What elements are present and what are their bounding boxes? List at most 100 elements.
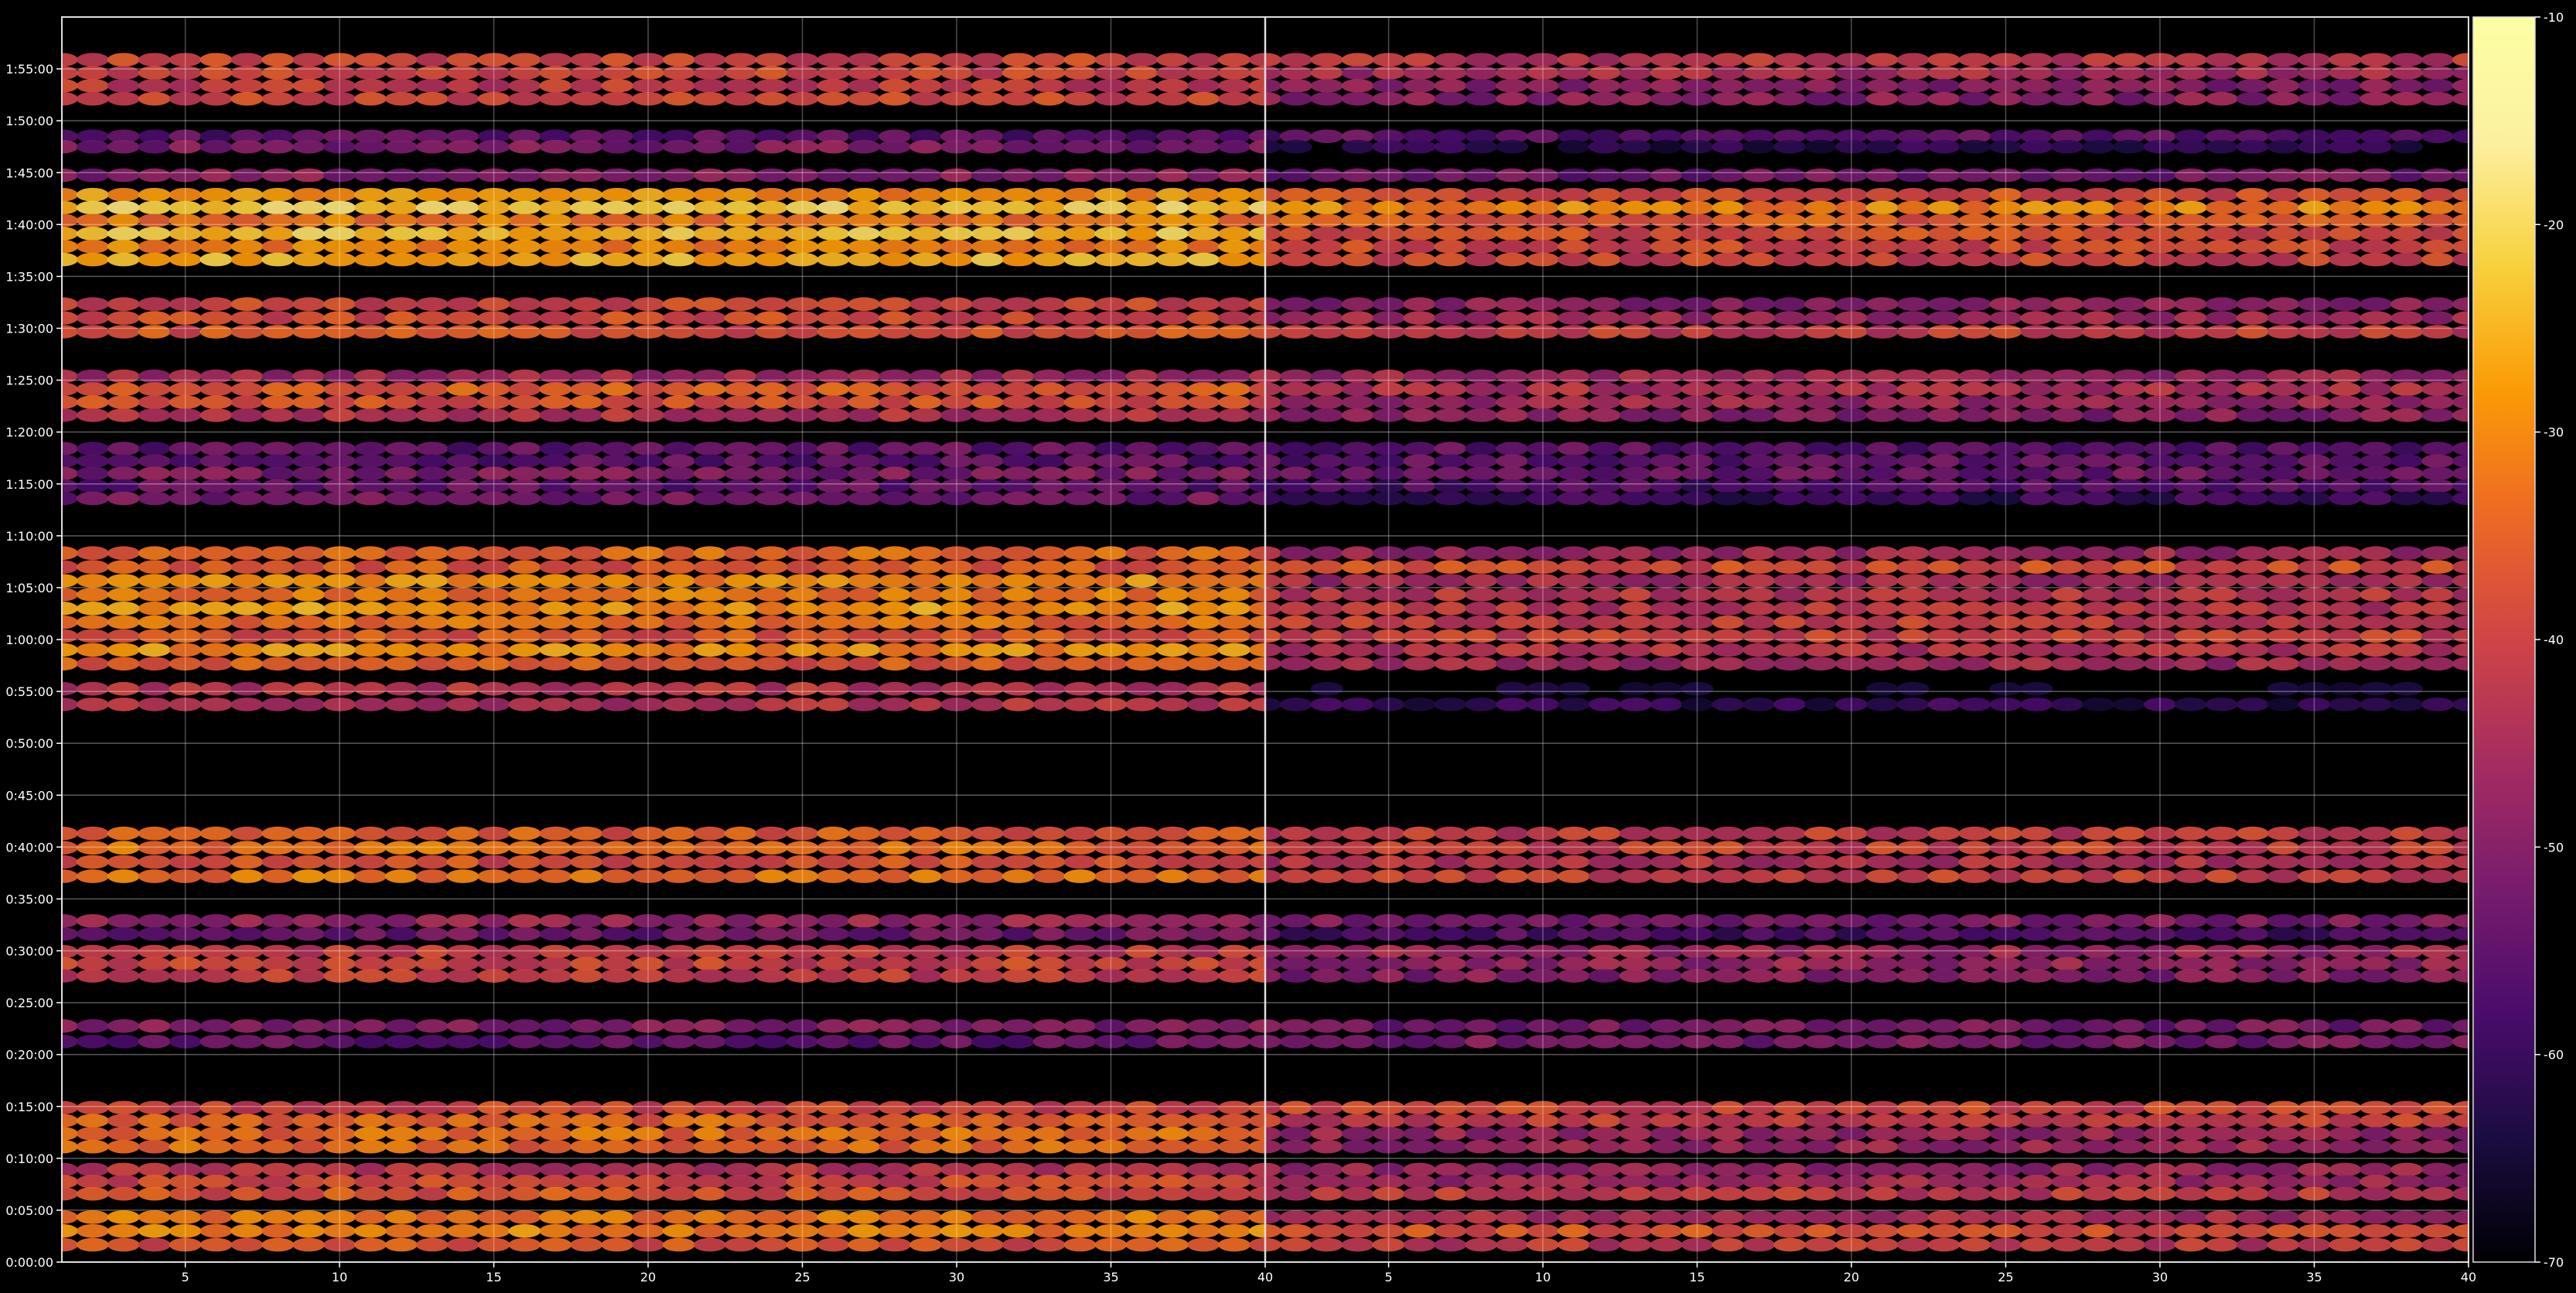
heat-cell (1773, 1224, 1807, 1238)
heat-cell (1341, 325, 1374, 339)
heat-cell (200, 200, 233, 215)
heat-cell (1773, 643, 1807, 657)
y-tick-label: 0:35:00 (5, 892, 53, 906)
heat-cell (200, 826, 233, 841)
heat-cell (138, 442, 171, 455)
heat-cell (200, 139, 233, 154)
heat-cell (230, 252, 264, 267)
heat-cell (2174, 382, 2207, 397)
heat-cell (2051, 91, 2084, 106)
heat-cell (1434, 325, 1467, 339)
heat-cell (2051, 914, 2084, 928)
heat-cell (879, 252, 912, 267)
heat-cell (1403, 1210, 1436, 1224)
heat-cell (2174, 325, 2207, 339)
heat-cell (1773, 454, 1807, 468)
heat-cell (1279, 466, 1312, 481)
heat-cell (1619, 926, 1652, 941)
heat-cell (817, 382, 850, 397)
heat-cell (446, 560, 479, 574)
heat-cell (724, 1114, 757, 1128)
heat-cell (1711, 826, 1745, 841)
heat-cell (848, 188, 881, 202)
heat-cell (1865, 1162, 1899, 1177)
heat-cell (1773, 200, 1807, 215)
heat-cell (1341, 240, 1374, 254)
heat-cell (1125, 969, 1158, 983)
heat-cell (200, 252, 233, 267)
heat-cell (107, 442, 140, 455)
heat-cell (1896, 1162, 1929, 1177)
heat-cell (384, 200, 418, 215)
heat-cell (1279, 926, 1312, 941)
heat-cell (2051, 479, 2084, 493)
heat-cell (1773, 382, 1807, 397)
heat-cell (2082, 926, 2115, 941)
heat-cell (384, 546, 418, 560)
heat-cell (1187, 1019, 1220, 1033)
heat-cell (848, 466, 881, 481)
heat-cell (909, 466, 943, 481)
heat-cell (1927, 698, 1960, 711)
heat-cell (539, 869, 572, 883)
heat-cell (107, 1162, 140, 1177)
heat-cell (2020, 855, 2053, 869)
heat-cell (2020, 944, 2053, 959)
heat-cell (2267, 944, 2300, 959)
heat-cell (446, 200, 479, 215)
heat-cell (879, 957, 912, 971)
heat-cell (76, 681, 109, 696)
heat-cell (909, 560, 943, 574)
heat-cell (1619, 869, 1652, 883)
heat-cell (1187, 681, 1220, 696)
heat-cell (415, 297, 449, 312)
heat-cell (1032, 408, 1066, 422)
heat-cell (415, 629, 449, 643)
heat-cell (2020, 914, 2053, 928)
heat-cell (817, 560, 850, 574)
heat-cell (1434, 1100, 1467, 1115)
heat-cell (2082, 869, 2115, 883)
heat-cell (2390, 395, 2424, 409)
heat-cell (2359, 1100, 2393, 1115)
heat-cell (539, 546, 572, 560)
heat-cell (1896, 91, 1929, 106)
heat-cell (261, 188, 295, 202)
heat-cell (2205, 369, 2238, 384)
heat-cell (1001, 914, 1035, 928)
heat-cell (1465, 914, 1498, 928)
heat-cell (446, 681, 479, 696)
heat-cell (539, 408, 572, 422)
heat-cell (662, 168, 695, 183)
heat-cell (2267, 1035, 2300, 1049)
heat-cell (2113, 297, 2146, 312)
heat-cell (2421, 479, 2455, 493)
heat-cell (230, 1100, 264, 1115)
heat-cell (539, 227, 572, 241)
heat-cell (1341, 66, 1374, 80)
heat-cell (261, 408, 295, 422)
heat-cell (2051, 629, 2084, 643)
heat-cell (384, 615, 418, 629)
heat-cell (2329, 574, 2362, 588)
heat-cell (2267, 91, 2300, 106)
heat-cell (2359, 1186, 2393, 1201)
heat-cell (384, 602, 418, 616)
heat-cell (1187, 969, 1220, 983)
heat-cell (261, 369, 295, 384)
heat-cell (2051, 826, 2084, 841)
heat-cell (1001, 168, 1035, 183)
heat-cell (1341, 657, 1374, 671)
heat-cell (446, 914, 479, 928)
heat-cell (848, 560, 881, 574)
heat-cell (1310, 213, 1343, 228)
heat-cell (2113, 79, 2146, 93)
heat-cell (2113, 698, 2146, 711)
heat-cell (2421, 560, 2455, 574)
heat-cell (971, 395, 1004, 409)
heat-cell (1958, 213, 1991, 228)
heat-cell (1865, 841, 1899, 855)
heat-cell (138, 1224, 171, 1238)
heat-cell (1063, 914, 1097, 928)
heat-cell (1218, 681, 1251, 696)
